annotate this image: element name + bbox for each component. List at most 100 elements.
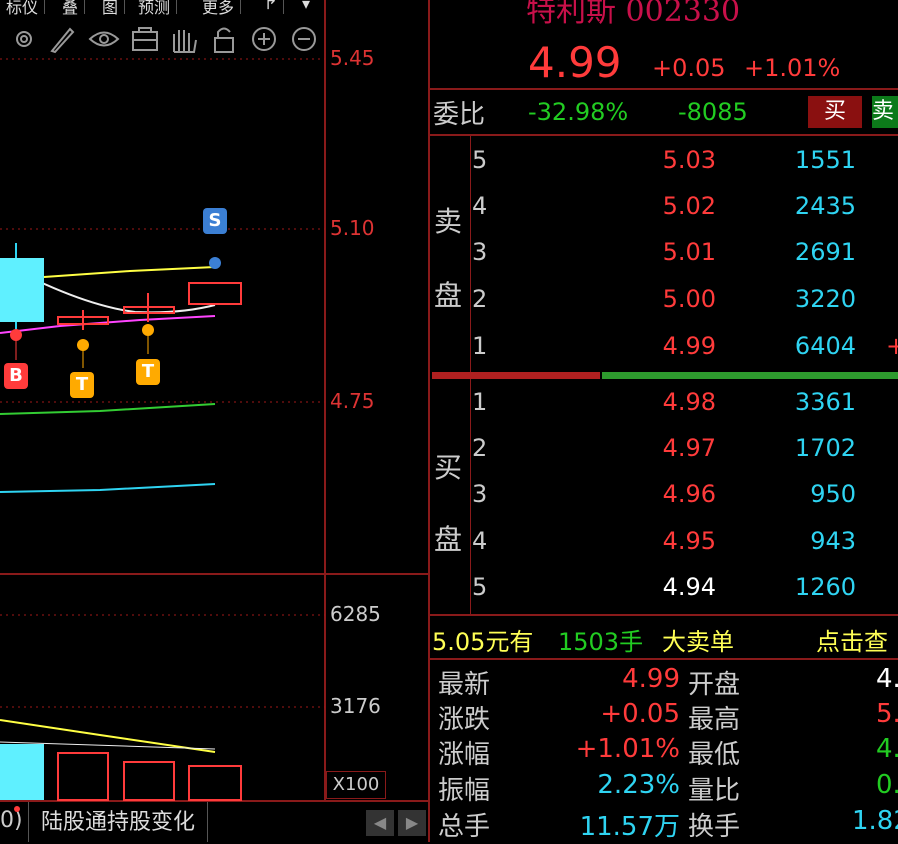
stock-name: 特利斯 002330 <box>526 0 741 29</box>
signal-dot-s <box>209 257 221 269</box>
stat-label-open: 开盘 <box>688 670 741 700</box>
stat-label-amplitude: 振幅 <box>438 776 491 806</box>
alert-price: 5.05元有 <box>432 628 534 656</box>
level-price: 5.03 <box>662 146 716 174</box>
buy-level-row[interactable]: 5 4.94 1260 <box>432 573 898 619</box>
volume-tick: 6285 <box>330 602 381 626</box>
sell-level-row[interactable]: 3 5.01 2691 <box>432 238 898 284</box>
level-price: 5.01 <box>662 238 716 266</box>
signal-badge-b[interactable]: B <box>4 363 28 389</box>
level-price: 4.97 <box>662 434 716 462</box>
big-order-alert[interactable]: 5.05元有 1503手 大卖单 点击查 <box>432 620 898 656</box>
level-number: 5 <box>472 146 488 174</box>
level-price: 4.95 <box>662 527 716 555</box>
level-number: 4 <box>472 192 488 220</box>
signal-badge-s[interactable]: S <box>203 208 227 234</box>
buy-button[interactable]: 买 <box>808 96 862 128</box>
alert-type: 大卖单 <box>662 628 734 656</box>
last-price: 4.99 <box>528 38 622 87</box>
tab-sh-hk-holding[interactable]: 陆股通持股变化 <box>28 802 209 842</box>
level-volume: 2435 <box>794 192 856 220</box>
separator <box>430 88 898 90</box>
stat-volratio: 0. <box>876 770 898 800</box>
stat-pct: +1.01% <box>575 734 680 764</box>
separator <box>430 658 898 660</box>
signal-badge-t[interactable]: T <box>136 359 160 385</box>
level-number: 1 <box>472 388 488 416</box>
volume-bar-up <box>57 752 109 801</box>
level-volume: 3361 <box>794 388 856 416</box>
level-volume: 950 <box>810 480 856 508</box>
volume-bar-up <box>123 761 175 801</box>
level-number: 3 <box>472 238 488 266</box>
stat-low: 4. <box>876 734 898 764</box>
price-tick: 5.10 <box>330 216 375 240</box>
volume-bar-up <box>188 765 242 801</box>
level-number: 2 <box>472 434 488 462</box>
stat-change: +0.05 <box>600 699 680 729</box>
buy-level-row[interactable]: 1 4.98 3361 <box>432 388 898 434</box>
stat-total: 11.57万 <box>579 812 680 842</box>
level-volume: 1551 <box>794 146 856 174</box>
ma-line-green <box>0 403 216 415</box>
level-price: 5.02 <box>662 192 716 220</box>
level-price: 5.00 <box>662 285 716 313</box>
stat-label-change: 涨跌 <box>438 705 491 735</box>
sell-button[interactable]: 卖 <box>872 96 898 128</box>
level-price: 4.94 <box>662 573 716 601</box>
chart-panel[interactable]: 标仪 叠 图 预测 更多 ↱ ▾ S B T T 5.45 5.10 4.75 … <box>0 0 430 842</box>
stat-turnover: 1.82 <box>852 806 898 836</box>
strength-bar-sell <box>432 372 600 379</box>
stat-high: 5. <box>876 699 898 729</box>
tab-previous-fragment[interactable]: 0) <box>0 808 23 833</box>
candle-up <box>188 282 242 305</box>
weibi-pct: -32.98% <box>528 98 629 126</box>
price-change: +0.05 <box>652 54 726 82</box>
level-number: 3 <box>472 480 488 508</box>
volume-tick: 3176 <box>330 694 381 718</box>
scroll-left-button[interactable]: ◀ <box>366 810 394 836</box>
buy-level-row[interactable]: 2 4.97 1702 <box>432 434 898 480</box>
level-number: 4 <box>472 527 488 555</box>
signal-dot-t <box>142 324 154 336</box>
alert-lots: 1503手 <box>558 628 644 656</box>
sell-level-row[interactable]: 4 5.02 2435 <box>432 192 898 238</box>
level-number: 5 <box>472 573 488 601</box>
alert-link[interactable]: 点击查 <box>816 622 888 656</box>
price-change-pct: +1.01% <box>744 54 841 82</box>
price-tick: 4.75 <box>330 389 375 413</box>
level-number: 2 <box>472 285 488 313</box>
candle-down <box>0 258 44 322</box>
level-volume: 6404 <box>794 332 856 360</box>
signal-dot-t <box>77 339 89 351</box>
level-price: 4.98 <box>662 388 716 416</box>
stat-label-low: 最低 <box>688 740 741 770</box>
stat-label-pct: 涨幅 <box>438 740 491 770</box>
weibi-label: 委比 <box>433 100 486 130</box>
stat-amplitude: 2.23% <box>597 770 680 800</box>
level-volume: 943 <box>810 527 856 555</box>
level-volume: 3220 <box>794 285 856 313</box>
sell-level-row[interactable]: 2 5.00 3220 <box>432 285 898 331</box>
strength-bar-buy <box>602 372 898 379</box>
level-volume: 2691 <box>794 238 856 266</box>
separator <box>430 134 898 136</box>
stat-label-turnover: 换手 <box>688 812 741 842</box>
volume-bar-down <box>0 744 44 800</box>
stat-label-volratio: 量比 <box>688 776 741 806</box>
stat-latest: 4.99 <box>622 664 680 694</box>
ma-line-cyan <box>0 483 216 493</box>
tab-indicator-dot <box>14 806 20 812</box>
level-volume: 1260 <box>794 573 856 601</box>
buy-level-row[interactable]: 3 4.96 950 <box>432 480 898 526</box>
volume-scale-label: X100 <box>326 771 386 799</box>
level-volume: 1702 <box>794 434 856 462</box>
stat-label-latest: 最新 <box>438 670 491 700</box>
signal-dot-b <box>10 329 22 341</box>
sell-level-row[interactable]: 5 5.03 1551 <box>432 146 898 192</box>
signal-badge-t[interactable]: T <box>70 372 94 398</box>
scroll-right-button[interactable]: ▶ <box>398 810 426 836</box>
weibi-diff: -8085 <box>678 98 748 126</box>
buy-level-row[interactable]: 4 4.95 943 <box>432 527 898 573</box>
level-price: 4.99 <box>662 332 716 360</box>
